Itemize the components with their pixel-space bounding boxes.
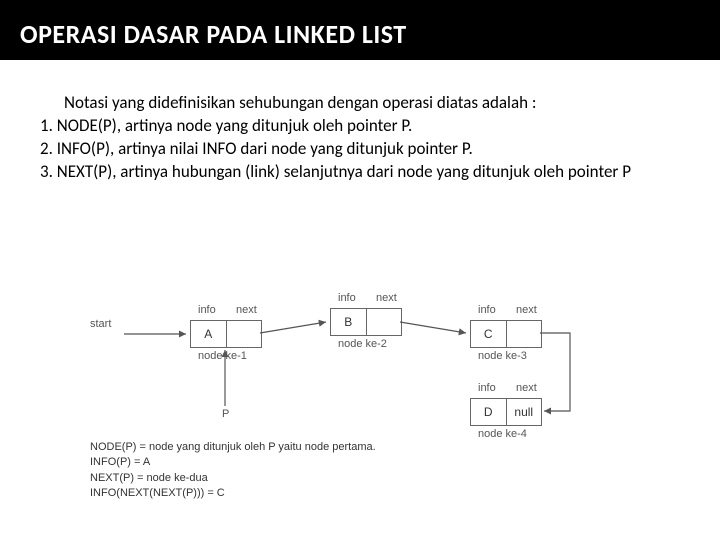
- node-d-info: D: [471, 399, 507, 425]
- node-b-next: [367, 309, 402, 335]
- col-header-info: info: [198, 304, 216, 316]
- node-d: D null: [470, 398, 542, 426]
- node-a-info: A: [191, 321, 227, 347]
- title-bar: OPERASI DASAR PADA LINKED LIST: [0, 0, 720, 60]
- node-d-label: node ke-4: [478, 428, 527, 440]
- node-c-label: node ke-3: [478, 350, 527, 362]
- node-a-label: node ke-1: [198, 350, 247, 362]
- node-c: C: [470, 320, 542, 348]
- col-header-next: next: [516, 304, 537, 316]
- col-header-next: next: [236, 304, 257, 316]
- start-label: start: [90, 318, 111, 330]
- legend-line: INFO(P) = A: [90, 455, 376, 470]
- node-b-label: node ke-2: [338, 338, 387, 350]
- node-a-next: [227, 321, 262, 347]
- legend-line: INFO(NEXT(NEXT(P))) = C: [90, 486, 376, 501]
- col-header-next: next: [376, 292, 397, 304]
- list-item: 3. NEXT(P), artinya hubungan (link) sela…: [40, 161, 680, 184]
- legend: NODE(P) = node yang ditunjuk oleh P yait…: [90, 440, 376, 502]
- node-c-next: [507, 321, 542, 347]
- col-header-info: info: [478, 304, 496, 316]
- node-c-info: C: [471, 321, 507, 347]
- legend-line: NODE(P) = node yang ditunjuk oleh P yait…: [90, 440, 376, 455]
- node-b: B: [330, 308, 402, 336]
- list-item: 1. NODE(P), artinya node yang ditunjuk o…: [40, 115, 680, 138]
- col-header-info: info: [338, 292, 356, 304]
- node-d-null: null: [507, 399, 542, 425]
- col-header-next: next: [516, 382, 537, 394]
- legend-line: NEXT(P) = node ke-dua: [90, 471, 376, 486]
- pointer-p-label: P: [222, 408, 229, 420]
- node-a: A: [190, 320, 262, 348]
- list-item: 2. INFO(P), artinya nilai INFO dari node…: [40, 138, 680, 161]
- intro-text: Notasi yang didefinisikan sehubungan den…: [64, 92, 680, 115]
- slide-title: OPERASI DASAR PADA LINKED LIST: [20, 18, 700, 50]
- start-box: [120, 328, 154, 346]
- node-b-info: B: [331, 309, 367, 335]
- body-text: Notasi yang didefinisikan sehubungan den…: [0, 60, 720, 184]
- linked-list-diagram: start info next A node ke-1 info next B …: [90, 300, 690, 530]
- col-header-info: info: [478, 382, 496, 394]
